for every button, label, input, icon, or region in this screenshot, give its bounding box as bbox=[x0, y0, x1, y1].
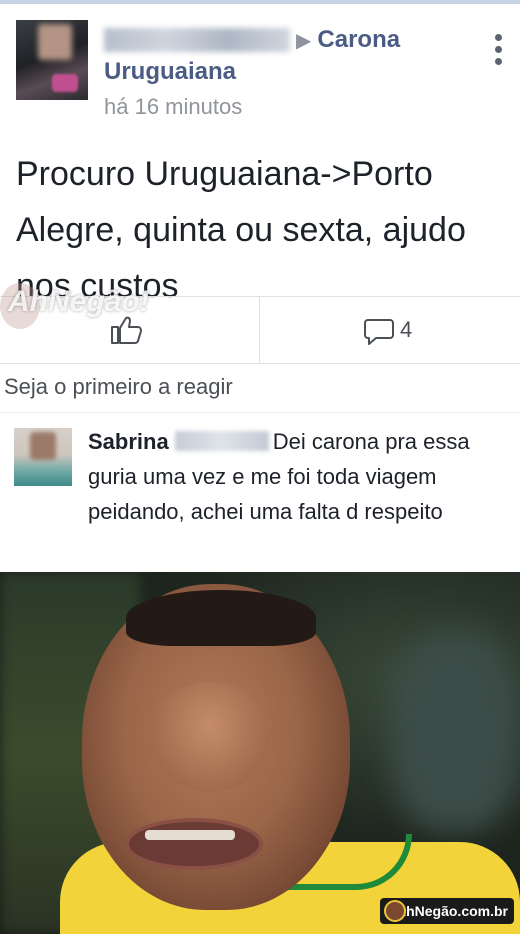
author-name-blurred[interactable] bbox=[104, 28, 290, 52]
hair bbox=[126, 590, 316, 646]
post-timestamp[interactable]: há 16 minutos bbox=[104, 94, 474, 120]
like-icon bbox=[111, 316, 142, 344]
arrow-right-icon: ▶ bbox=[296, 29, 312, 52]
comment-count: 4 bbox=[400, 317, 413, 342]
action-bar: AhNegão! 4 bbox=[0, 283, 520, 364]
divider bbox=[0, 412, 520, 413]
commenter-surname-blurred bbox=[174, 431, 269, 451]
logo-mascot-icon bbox=[384, 900, 406, 922]
post-header: ▶ Carona Uruguaiana há 16 minutos bbox=[104, 26, 474, 120]
nose bbox=[150, 682, 270, 792]
teeth bbox=[145, 830, 235, 840]
blurred-face bbox=[38, 24, 72, 60]
watermark-text: AhNegão! bbox=[8, 285, 150, 318]
reaction-photo: AhNegão.com.br bbox=[0, 572, 520, 934]
comment-body: Sabrina Dei carona pra essa guria uma vez… bbox=[88, 424, 498, 529]
site-logo-text: AhNegão.com.br bbox=[395, 903, 508, 919]
overflow-menu-icon[interactable] bbox=[494, 34, 504, 70]
group-name-cont[interactable]: Uruguaiana bbox=[104, 58, 474, 86]
commenter-name[interactable]: Sabrina bbox=[88, 429, 169, 454]
commenter-avatar[interactable] bbox=[14, 428, 72, 486]
site-logo: AhNegão.com.br bbox=[380, 898, 514, 924]
post-card: ▶ Carona Uruguaiana há 16 minutos Procuro… bbox=[0, 4, 520, 305]
photo-background bbox=[390, 632, 520, 832]
comment-icon bbox=[364, 319, 394, 345]
author-avatar[interactable] bbox=[16, 20, 88, 100]
like-button[interactable]: AhNegão! bbox=[0, 283, 260, 363]
mouth bbox=[125, 818, 263, 870]
avatar-detail bbox=[52, 74, 78, 92]
group-name[interactable]: Carona bbox=[317, 26, 400, 53]
reactions-summary[interactable]: Seja o primeiro a reagir bbox=[4, 374, 233, 400]
comment-button[interactable]: 4 bbox=[260, 297, 520, 363]
blurred-face bbox=[30, 432, 56, 460]
